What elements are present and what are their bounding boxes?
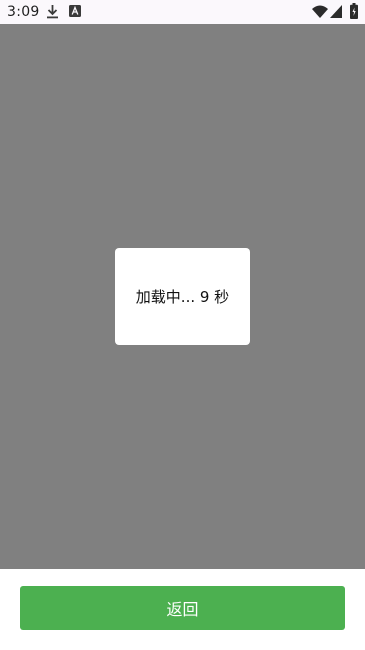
back-button[interactable]: 返回 xyxy=(20,586,345,630)
wifi-icon xyxy=(312,5,328,18)
loading-dialog: 加载中... 9 秒 xyxy=(115,248,250,345)
signal-icon xyxy=(330,5,342,18)
back-button-label: 返回 xyxy=(166,600,199,619)
download-icon xyxy=(47,5,58,19)
bottom-bar: 返回 xyxy=(0,569,365,650)
status-bar: 3:09 xyxy=(0,0,365,24)
status-time: 3:09 xyxy=(7,4,40,20)
loading-text: 加载中... 9 秒 xyxy=(135,288,230,306)
a-notification-icon xyxy=(69,5,81,17)
battery-icon xyxy=(350,3,358,19)
